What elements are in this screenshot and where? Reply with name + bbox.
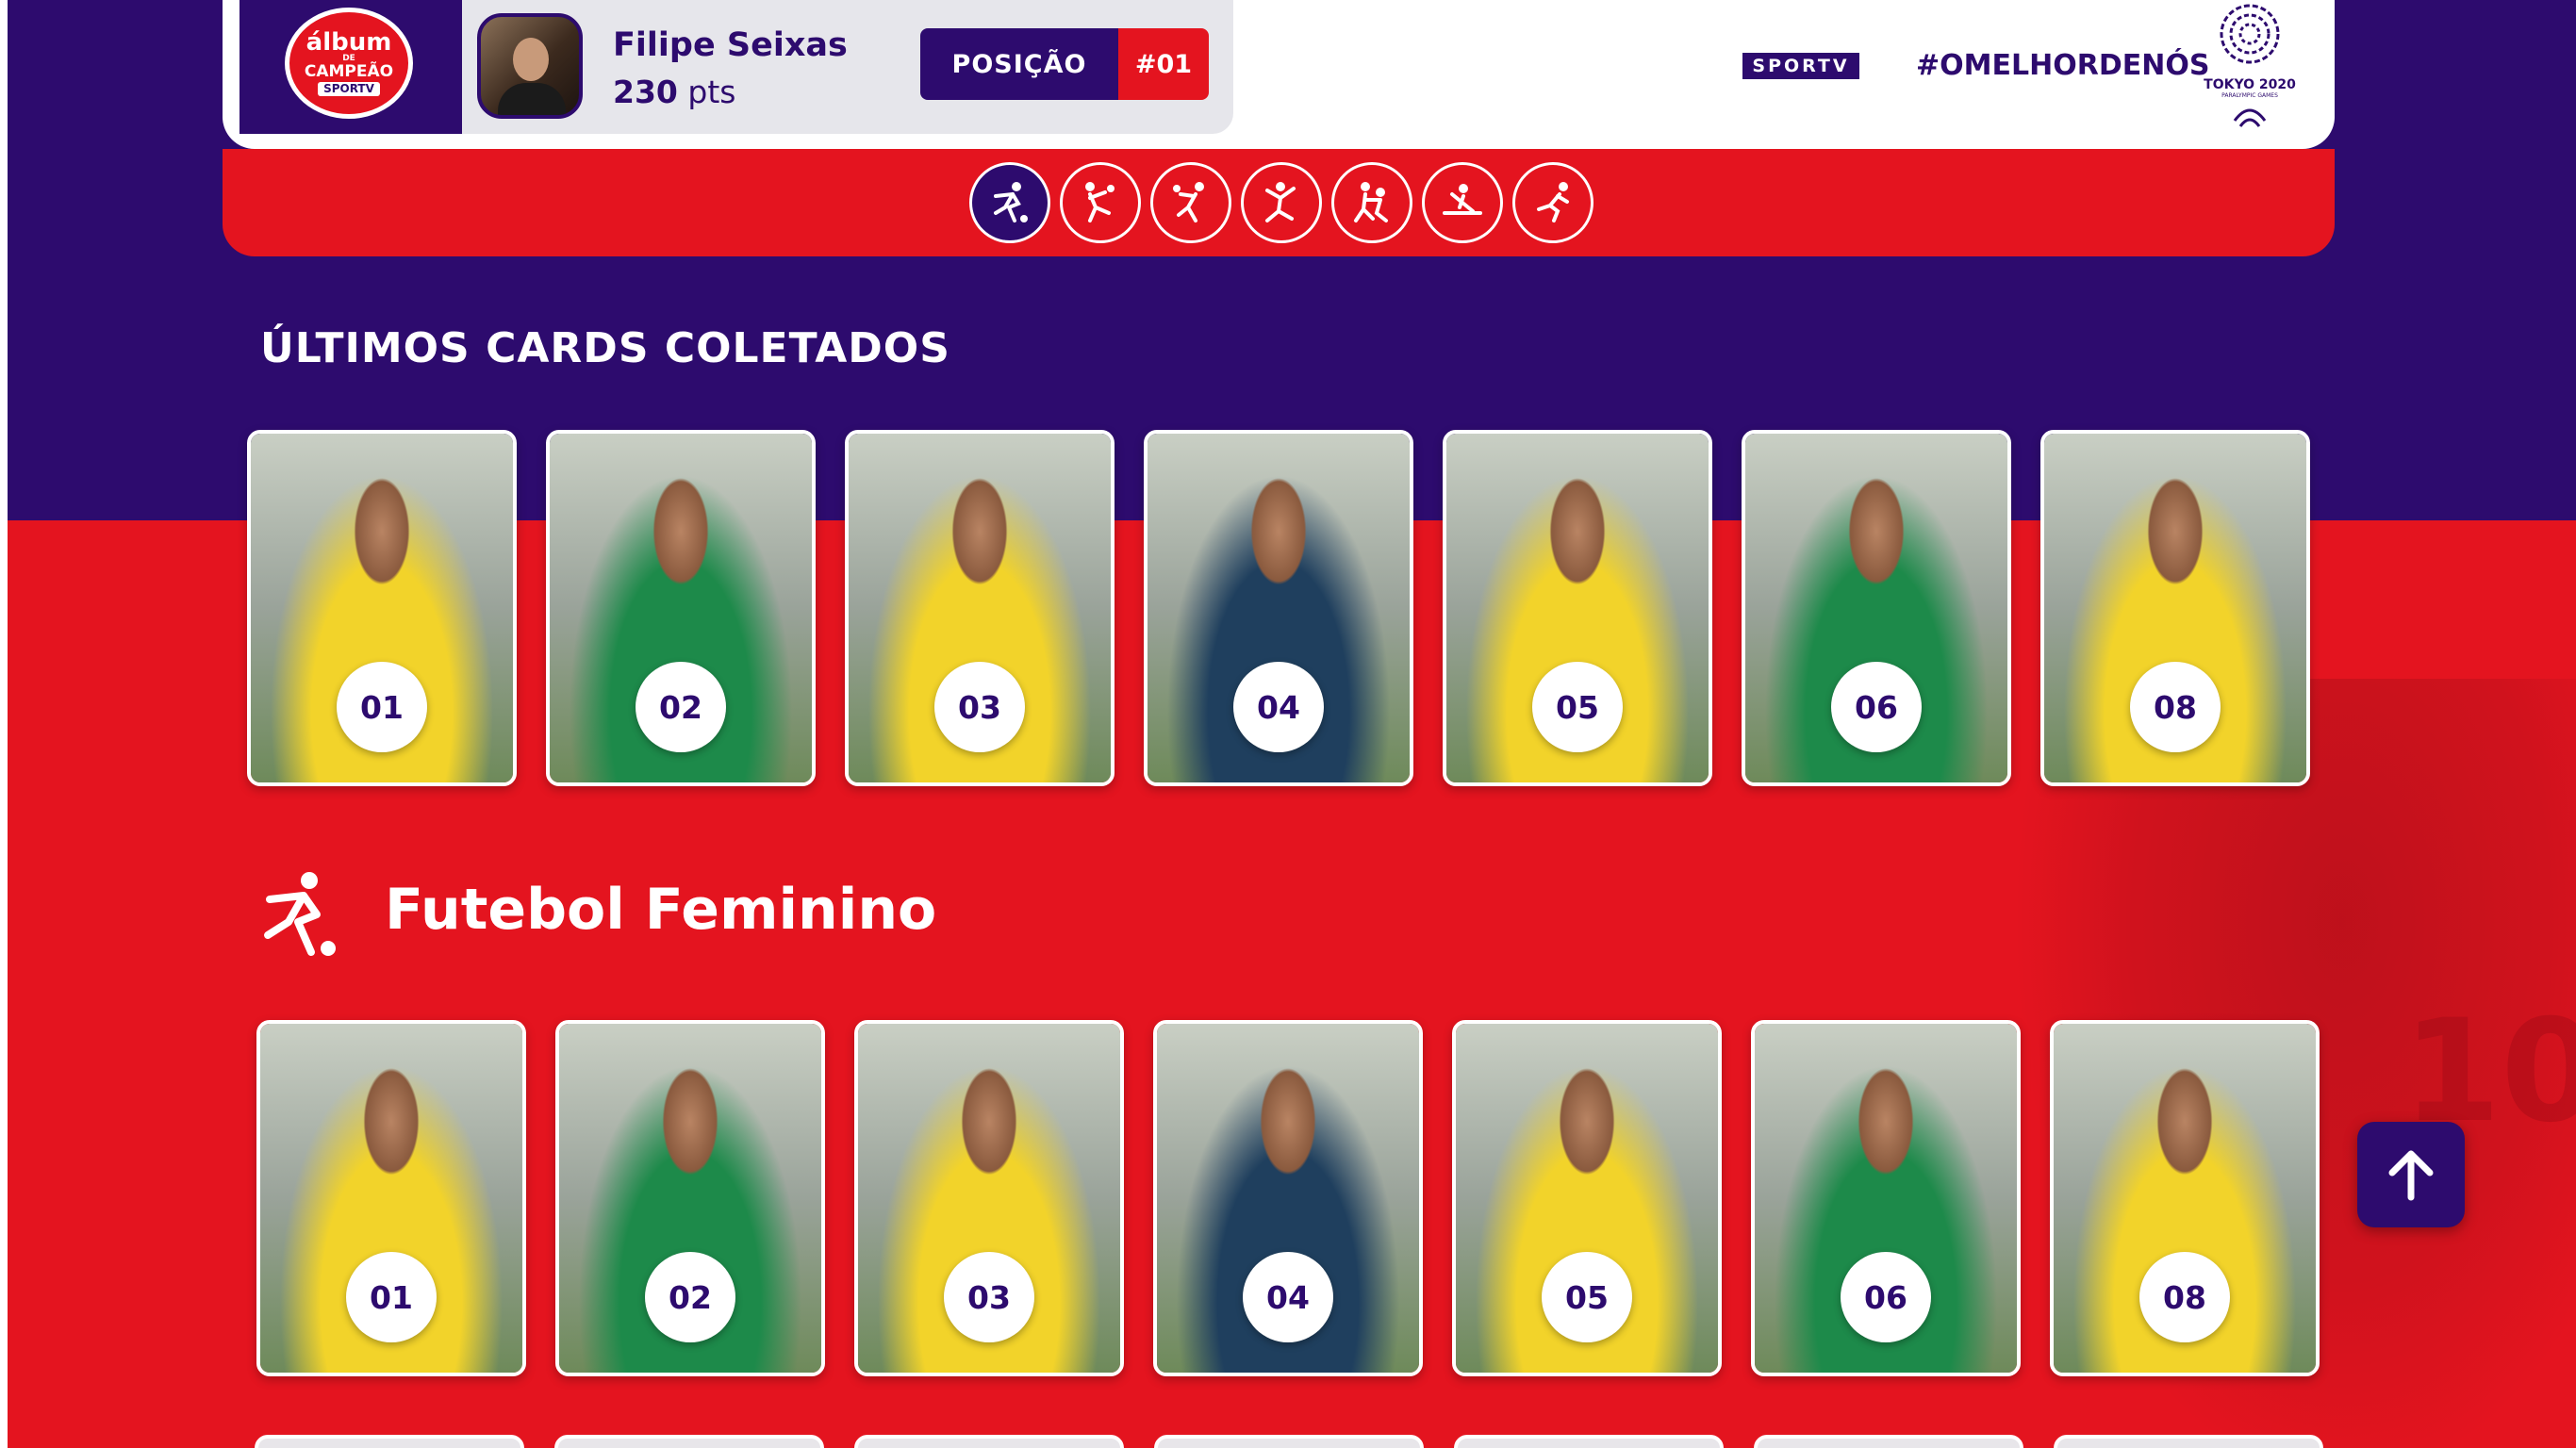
- football-player-icon: [264, 872, 336, 956]
- logo-line-4: SPORTV: [318, 82, 380, 96]
- card-number: 01: [337, 662, 427, 752]
- player-card[interactable]: 02: [546, 430, 816, 786]
- player-card[interactable]: 06: [1742, 430, 2011, 786]
- next-row-card[interactable]: [554, 1435, 824, 1448]
- logo-line-1: álbum: [305, 28, 392, 57]
- points-unit: pts: [687, 74, 736, 110]
- player-card[interactable]: 03: [845, 430, 1115, 786]
- judo-icon: [1354, 182, 1388, 222]
- card-number: 05: [1542, 1252, 1632, 1342]
- sport-tab-gymnastics[interactable]: [1241, 162, 1322, 243]
- album-campeao-logo[interactable]: álbum DE CAMPEÃO SPORTV: [285, 8, 413, 119]
- card-number: 03: [944, 1252, 1034, 1342]
- player-card[interactable]: 08: [2040, 430, 2310, 786]
- next-row-card[interactable]: [854, 1435, 1124, 1448]
- athletics-icon: [1537, 182, 1569, 222]
- arrow-up-icon: [2388, 1150, 2434, 1201]
- logo-line-3: CAMPEÃO: [304, 62, 394, 81]
- card-number: 04: [1233, 662, 1324, 752]
- tokyo-label: TOKYO 2020: [2204, 77, 2296, 92]
- handball-icon: [1085, 182, 1115, 222]
- player-card[interactable]: 05: [1452, 1020, 1722, 1376]
- left-edge: [0, 0, 8, 1448]
- sport-tab-canoe[interactable]: [1422, 162, 1503, 243]
- football-icon: [994, 182, 1028, 222]
- card-number: 05: [1532, 662, 1623, 752]
- player-card[interactable]: 05: [1443, 430, 1712, 786]
- card-number: 01: [346, 1252, 437, 1342]
- user-points: 230 pts: [613, 74, 735, 110]
- player-card[interactable]: 06: [1751, 1020, 2021, 1376]
- player-card[interactable]: 01: [247, 430, 517, 786]
- points-value: 230: [613, 74, 678, 110]
- gymnastics-icon: [1265, 182, 1296, 222]
- card-number: 02: [636, 662, 726, 752]
- scroll-top-button[interactable]: [2357, 1122, 2465, 1227]
- sportv-logo[interactable]: SPORTV: [1742, 53, 1859, 79]
- sport-tab-athletics[interactable]: [1512, 162, 1593, 243]
- position-rank[interactable]: #01: [1118, 28, 1209, 100]
- player-card[interactable]: 02: [555, 1020, 825, 1376]
- sport-tab-handball[interactable]: [1060, 162, 1141, 243]
- volleyball-icon: [1173, 182, 1204, 222]
- sport-tab-volleyball[interactable]: [1150, 162, 1231, 243]
- hashtag-label: #OMELHORDENÓS: [1916, 49, 2210, 82]
- card-number: 06: [1831, 662, 1922, 752]
- card-number: 03: [934, 662, 1025, 752]
- tokyo-sub-label: PARALYMPIC GAMES: [2221, 92, 2278, 99]
- next-row-card[interactable]: [255, 1435, 524, 1448]
- position-button[interactable]: POSIÇÃO: [920, 28, 1118, 100]
- next-row-card[interactable]: [1154, 1435, 1424, 1448]
- card-number: 08: [2130, 662, 2221, 752]
- card-number: 08: [2139, 1252, 2230, 1342]
- player-card[interactable]: 01: [256, 1020, 526, 1376]
- card-number: 02: [645, 1252, 735, 1342]
- card-number: 04: [1243, 1252, 1333, 1342]
- tokyo-2020-emblem-icon: [2220, 4, 2280, 127]
- next-row-card[interactable]: [2054, 1435, 2323, 1448]
- avatar[interactable]: [477, 13, 583, 119]
- player-card[interactable]: 03: [854, 1020, 1124, 1376]
- player-card[interactable]: 08: [2050, 1020, 2320, 1376]
- recent-cards-title: ÚLTIMOS CARDS COLETADOS: [260, 324, 950, 372]
- next-row-card[interactable]: [1454, 1435, 1724, 1448]
- sport-tab-judo[interactable]: [1331, 162, 1412, 243]
- sport-tab-football[interactable]: [969, 162, 1050, 243]
- user-name: Filipe Seixas: [613, 26, 848, 64]
- category-title: Futebol Feminino: [385, 877, 937, 943]
- card-number: 06: [1841, 1252, 1931, 1342]
- next-row-card[interactable]: [1754, 1435, 2023, 1448]
- player-card[interactable]: 04: [1153, 1020, 1423, 1376]
- canoe-icon: [1443, 184, 1482, 215]
- player-card[interactable]: 04: [1144, 430, 1413, 786]
